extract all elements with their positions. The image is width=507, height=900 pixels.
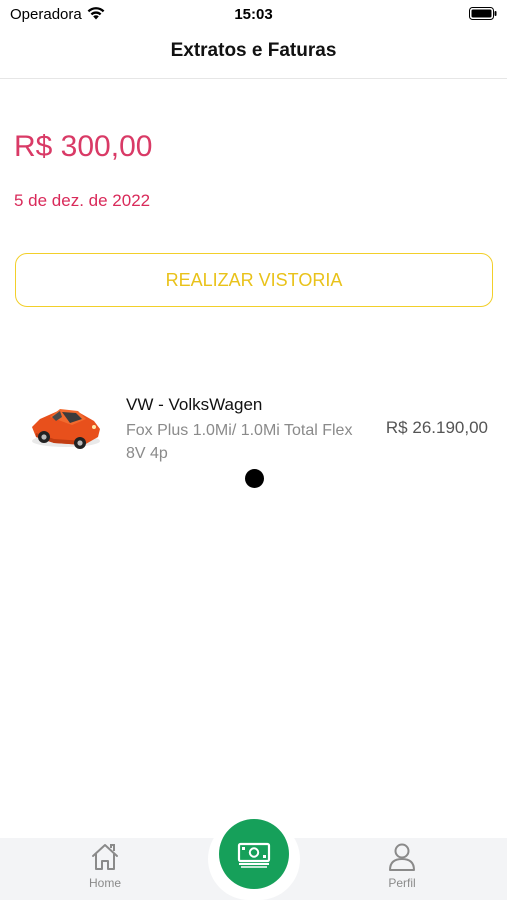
status-bar: Operadora 15:03 bbox=[0, 0, 507, 28]
vehicle-price: R$ 26.190,00 bbox=[385, 418, 488, 437]
tab-home[interactable]: Home bbox=[65, 842, 145, 898]
vehicle-brand: VW - VolksWagen bbox=[126, 395, 263, 414]
page-title: Extratos e Faturas bbox=[170, 40, 337, 61]
user-icon bbox=[389, 843, 415, 871]
home-icon bbox=[92, 844, 118, 870]
orange-car-icon bbox=[32, 409, 100, 449]
tab-profile[interactable]: Perfil bbox=[362, 842, 442, 898]
statements-tab-button[interactable] bbox=[219, 819, 289, 889]
money-icon bbox=[237, 842, 271, 868]
statement-date: 5 de dez. de 2022 bbox=[14, 191, 151, 210]
nav-divider bbox=[0, 78, 507, 79]
loading-indicator bbox=[245, 469, 264, 488]
statement-amount: R$ 300,00 bbox=[14, 130, 153, 163]
vehicle-list-item[interactable]: VW - VolksWagen Fox Plus 1.0Mi/ 1.0Mi To… bbox=[0, 385, 507, 475]
vehicle-model: Fox Plus 1.0Mi/ 1.0Mi Total Flex 8V 4p bbox=[126, 422, 353, 462]
tab-home-label: Home bbox=[88, 876, 121, 890]
battery-icon bbox=[469, 7, 497, 20]
tab-profile-label: Perfil bbox=[388, 876, 416, 890]
status-time: 15:03 bbox=[234, 6, 273, 23]
realizar-vistoria-button[interactable]: REALIZAR VISTORIA bbox=[15, 253, 493, 307]
